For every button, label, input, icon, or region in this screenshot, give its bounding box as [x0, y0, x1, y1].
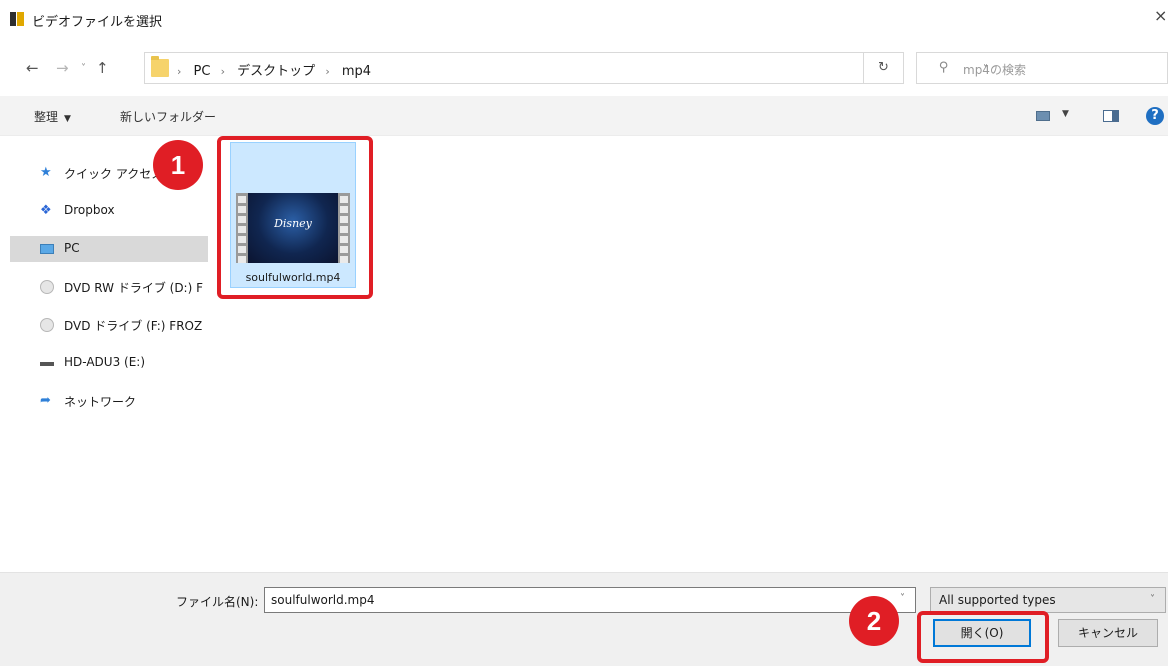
disc-icon	[40, 318, 54, 332]
back-arrow-icon[interactable]: ←	[26, 59, 39, 77]
help-icon[interactable]: ?	[1146, 107, 1164, 125]
nav-item-label: ネットワーク	[64, 395, 137, 409]
chevron-down-icon: ˅	[1150, 594, 1155, 605]
breadcrumb-item-desktop[interactable]: デスクトップ	[237, 64, 315, 79]
search-icon: ⚲	[939, 60, 949, 75]
breadcrumb: › PC › デスクトップ › mp4	[177, 60, 377, 79]
up-arrow-icon[interactable]: ↑	[96, 59, 109, 77]
disc-icon	[40, 280, 54, 294]
pc-icon	[40, 244, 54, 254]
navigation-pane: ★ クイック アクセス ❖ Dropbox PC DVD RW ドライブ (D:…	[10, 140, 208, 560]
organize-label: 整理	[34, 110, 59, 124]
breadcrumb-item-mp4[interactable]: mp4	[342, 64, 371, 79]
title-bar: ビデオファイルを選択 ×	[0, 0, 1168, 38]
nav-item-network[interactable]: ➦ ネットワーク	[10, 388, 208, 414]
new-folder-button[interactable]: 新しいフォルダー	[120, 108, 216, 125]
network-icon: ➦	[40, 393, 51, 408]
window-title: ビデオファイルを選択	[32, 15, 163, 30]
nav-item-label: PC	[64, 241, 80, 255]
app-icon	[10, 12, 24, 26]
recent-locations-chevron-icon[interactable]: ˅	[81, 63, 86, 74]
address-row: ← → ˅ ↑ › PC › デスクトップ › mp4 ˅ ↻ ⚲ mp4の検索	[0, 48, 1168, 90]
search-input[interactable]: ⚲ mp4の検索	[916, 52, 1168, 84]
search-placeholder: mp4の検索	[963, 63, 1026, 77]
refresh-icon[interactable]: ↻	[864, 52, 904, 84]
highlight-box-open	[917, 611, 1049, 663]
nav-item-label: DVD RW ドライブ (D:) F	[64, 281, 204, 295]
breadcrumb-separator-icon: ›	[177, 65, 182, 78]
filename-field[interactable]	[264, 587, 916, 613]
nav-item-hd-adu3[interactable]: HD-ADU3 (E:)	[10, 350, 208, 376]
folder-icon	[151, 56, 169, 77]
cancel-button[interactable]: キャンセル	[1058, 619, 1158, 647]
breadcrumb-separator-icon: ›	[325, 65, 330, 78]
nav-item-pc[interactable]: PC	[10, 236, 208, 262]
highlight-box-file	[217, 136, 373, 299]
nav-item-dvd-drive[interactable]: DVD ドライブ (F:) FROZ	[10, 312, 208, 338]
breadcrumb-item-pc[interactable]: PC	[194, 64, 211, 79]
address-bar[interactable]: › PC › デスクトップ › mp4 ˅	[144, 52, 988, 84]
organize-dropdown-icon: ▼	[64, 114, 71, 124]
step-badge-2: 2	[849, 596, 899, 646]
nav-item-label: Dropbox	[64, 203, 115, 217]
command-bar: 整理 ▼ 新しいフォルダー ▼ ?	[0, 96, 1168, 136]
nav-item-label: クイック アクセス	[64, 167, 164, 181]
close-icon[interactable]: ×	[1154, 6, 1168, 32]
file-type-select[interactable]: All supported types ˅	[930, 587, 1166, 613]
file-type-value: All supported types	[939, 593, 1056, 607]
step-badge-1: 1	[153, 140, 203, 190]
nav-item-dropbox[interactable]: ❖ Dropbox	[10, 198, 208, 224]
star-icon: ★	[40, 165, 52, 180]
dropbox-icon: ❖	[40, 203, 52, 218]
nav-item-label: HD-ADU3 (E:)	[64, 355, 145, 369]
filename-label: ファイル名(N):	[176, 595, 259, 609]
forward-arrow-icon[interactable]: →	[56, 59, 69, 77]
drive-icon	[40, 362, 54, 366]
breadcrumb-separator-icon: ›	[220, 65, 226, 78]
organize-button[interactable]: 整理 ▼	[34, 108, 71, 125]
preview-pane-icon[interactable]	[1103, 110, 1119, 122]
view-mode-icon[interactable]	[1036, 111, 1050, 121]
view-dropdown-icon[interactable]: ▼	[1062, 109, 1069, 119]
filename-dropdown-icon[interactable]: ˅	[900, 593, 905, 604]
nav-item-label: DVD ドライブ (F:) FROZ	[64, 319, 203, 333]
nav-item-dvd-rw-drive[interactable]: DVD RW ドライブ (D:) F	[10, 274, 208, 300]
